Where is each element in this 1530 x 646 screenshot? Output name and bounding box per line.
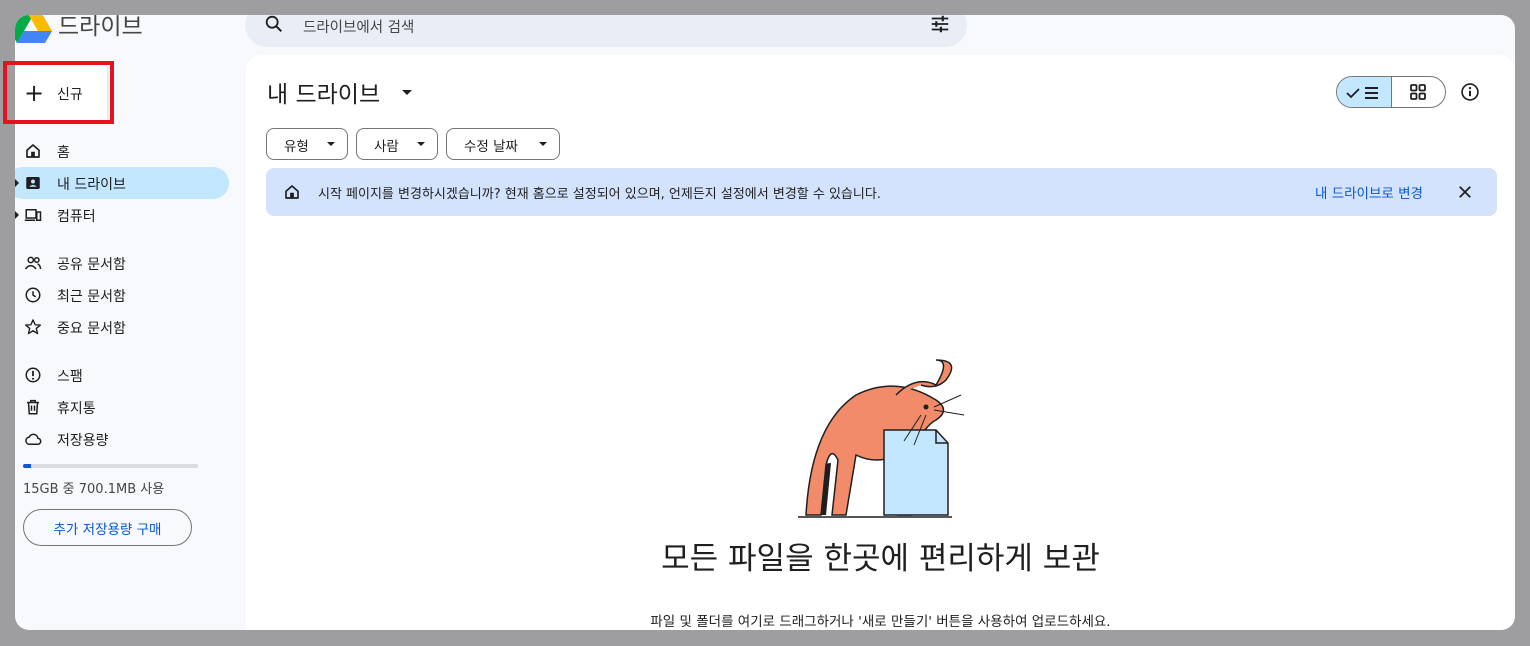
info-icon[interactable] (1460, 82, 1480, 102)
start-page-banner: 시작 페이지를 변경하시겠습니까? 현재 홈으로 설정되어 있으며, 언제든지 … (266, 168, 1497, 216)
storage-usage-text: 15GB 중 700.1MB 사용 (23, 482, 165, 497)
chevron-down-icon (327, 142, 335, 146)
search-icon[interactable] (263, 15, 285, 35)
list-view-button[interactable] (1337, 77, 1392, 107)
filter-type[interactable]: 유형 (266, 128, 348, 160)
sidebar-item-label: 최근 문서함 (57, 289, 126, 305)
filter-label: 수정 날짜 (464, 139, 518, 155)
sidebar-item-label: 스팸 (57, 369, 83, 385)
empty-state-title: 모든 파일을 한곳에 편리하게 보관 (661, 541, 1100, 577)
title-dropdown-icon[interactable] (402, 90, 412, 95)
storage-progress-fill (23, 464, 32, 468)
grid-view-button[interactable] (1392, 77, 1445, 107)
check-list-icon (1346, 87, 1378, 99)
filter-label: 사람 (374, 139, 399, 155)
empty-state-subtitle: 파일 및 폴더를 여기로 드래그하거나 '새로 만들기' 버튼을 사용하여 업로… (650, 614, 1111, 630)
sidebar-item-label: 컴퓨터 (57, 209, 96, 225)
home-icon (26, 144, 40, 158)
main-panel: 내 드라이브 유형 사람 수정 날짜 시작 페이지를 변경하시겠습니까? 현재 … (246, 55, 1515, 630)
view-toggle (1336, 76, 1446, 108)
sidebar-item-label: 내 드라이브 (57, 177, 126, 193)
plus-icon: + (24, 79, 45, 107)
expand-arrow-icon[interactable] (15, 179, 19, 187)
sidebar-item-home[interactable]: 홈 (15, 135, 229, 167)
search-bar[interactable]: 드라이브에서 검색 (245, 15, 967, 47)
clock-icon (25, 287, 41, 303)
sidebar-item-label: 중요 문서함 (57, 321, 126, 337)
sidebar-item-my-drive[interactable]: 내 드라이브 (15, 167, 229, 199)
trash-icon (27, 399, 39, 415)
spam-icon (25, 367, 41, 383)
filter-people[interactable]: 사람 (356, 128, 438, 160)
sidebar-item-label: 공유 문서함 (57, 257, 126, 273)
cat-illustration (798, 359, 965, 518)
sidebar-item-starred[interactable]: 중요 문서함 (15, 311, 229, 343)
new-button-label: 신규 (57, 87, 83, 103)
sidebar-item-label: 저장용량 (57, 433, 109, 449)
brand-name: 드라이브 (58, 15, 143, 40)
sidebar-item-recent[interactable]: 최근 문서함 (15, 279, 229, 311)
page-title[interactable]: 내 드라이브 (267, 75, 380, 109)
sidebar-item-label: 휴지통 (57, 401, 96, 417)
search-options-icon[interactable] (929, 15, 951, 35)
star-icon (24, 319, 42, 335)
sidebar-item-spam[interactable]: 스팸 (15, 359, 229, 391)
close-icon[interactable] (1456, 183, 1474, 201)
chevron-down-icon (417, 142, 425, 146)
drive-window: 드라이브 드라이브에서 검색 + 신규 홈 내 드라이브 컴퓨터 공유 문서함 … (15, 15, 1515, 630)
filter-label: 유형 (284, 139, 309, 155)
grid-icon (1410, 84, 1426, 100)
sidebar-item-computers[interactable]: 컴퓨터 (15, 199, 229, 231)
filter-modified[interactable]: 수정 날짜 (446, 128, 560, 160)
shared-icon (24, 256, 42, 270)
storage-progress-bar (23, 464, 198, 468)
computer-icon (24, 209, 42, 221)
search-input[interactable]: 드라이브에서 검색 (303, 16, 414, 37)
sidebar-item-shared[interactable]: 공유 문서함 (15, 247, 229, 279)
chevron-down-icon (539, 142, 547, 146)
buy-storage-button[interactable]: 추가 저장용량 구매 (23, 509, 192, 546)
cloud-icon (25, 433, 42, 445)
sidebar-item-storage[interactable]: 저장용량 (15, 423, 229, 455)
sidebar-item-trash[interactable]: 휴지통 (15, 391, 229, 423)
expand-arrow-icon[interactable] (15, 211, 19, 219)
drive-logo-icon[interactable] (15, 15, 54, 45)
sidebar-item-label: 홈 (57, 145, 70, 161)
home-icon (285, 185, 299, 199)
my-drive-icon (26, 177, 40, 189)
banner-text: 시작 페이지를 변경하시겠습니까? 현재 홈으로 설정되어 있으며, 언제든지 … (318, 187, 881, 202)
change-to-my-drive-link[interactable]: 내 드라이브로 변경 (1315, 182, 1423, 202)
new-button[interactable]: + 신규 (15, 65, 107, 121)
